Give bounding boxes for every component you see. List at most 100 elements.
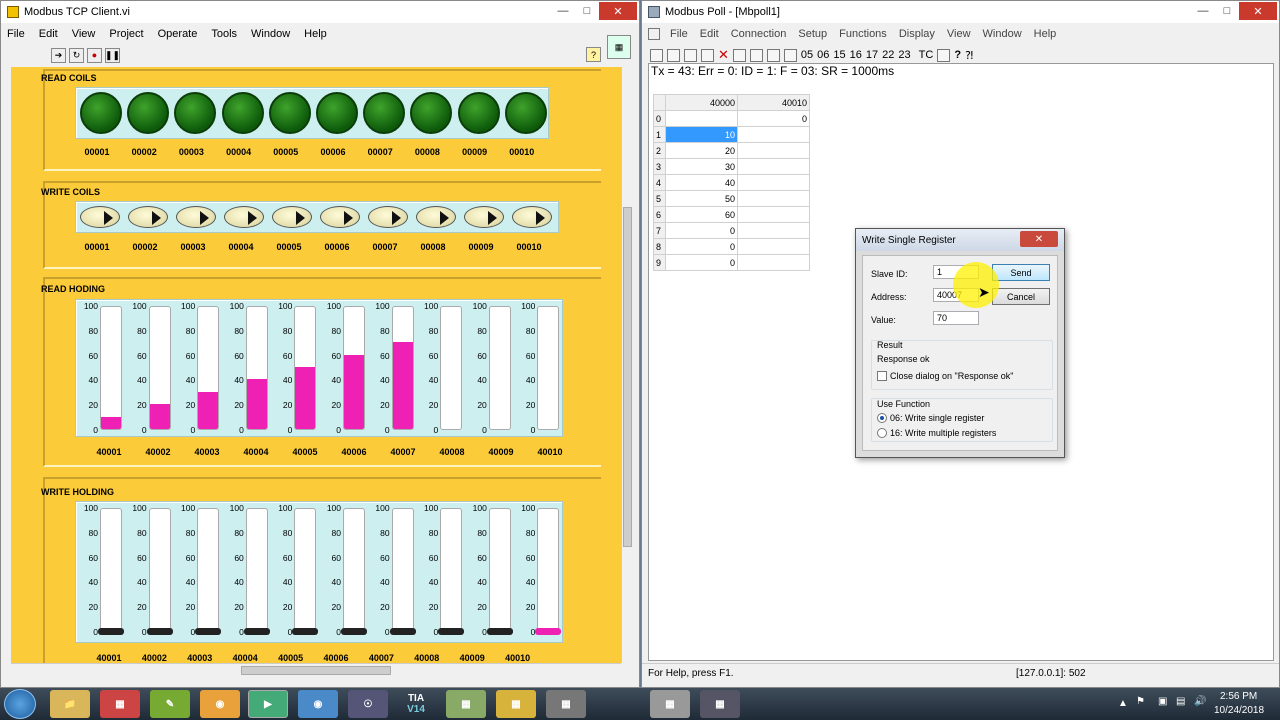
- mp-menu-edit[interactable]: Edit: [700, 28, 719, 40]
- write-coil-switch[interactable]: [416, 206, 456, 228]
- sim-task-icon[interactable]: ▦: [700, 690, 740, 718]
- mp-menu-setup[interactable]: Setup: [798, 28, 827, 40]
- register-cell[interactable]: 0: [737, 110, 810, 127]
- modbus-task-icon[interactable]: ▦: [446, 690, 486, 718]
- mp-menu-help[interactable]: Help: [1034, 28, 1057, 40]
- register-cell[interactable]: 60: [665, 206, 738, 223]
- print-icon[interactable]: [701, 48, 714, 62]
- chrome-task-icon[interactable]: ◉: [200, 690, 240, 718]
- network-task-icon[interactable]: ◉: [298, 690, 338, 718]
- fc-23-button[interactable]: 23: [898, 49, 910, 61]
- menu-operate[interactable]: Operate: [158, 28, 198, 40]
- tia-portal-task-icon[interactable]: TIA V14: [396, 690, 436, 718]
- write-coil-switch[interactable]: [80, 206, 120, 228]
- write-coil-switch[interactable]: [128, 206, 168, 228]
- volume-icon[interactable]: 🔊: [1194, 696, 1206, 707]
- tray-expand-icon[interactable]: ▲: [1118, 698, 1128, 709]
- help-icon[interactable]: ?: [586, 47, 601, 62]
- dialog-close-button[interactable]: ✕: [1020, 231, 1058, 247]
- run-continuously-icon[interactable]: ↻: [69, 47, 84, 63]
- write-holding-tank[interactable]: [245, 508, 268, 632]
- mdi-doc-icon[interactable]: [648, 28, 660, 40]
- abort-icon[interactable]: ●: [87, 47, 102, 63]
- save-icon[interactable]: [684, 48, 697, 62]
- write-holding-tank[interactable]: [100, 508, 122, 632]
- write-coil-switch[interactable]: [368, 206, 408, 228]
- mp-minimize-button[interactable]: —: [1191, 2, 1215, 20]
- write-holding-slider-knob[interactable]: [146, 628, 173, 635]
- write-holding-tank[interactable]: [391, 508, 414, 632]
- register-cell[interactable]: [737, 222, 810, 239]
- write-holding-slider-knob[interactable]: [389, 628, 416, 635]
- register-cell[interactable]: [737, 206, 810, 223]
- mp-menu-view[interactable]: View: [947, 28, 971, 40]
- explorer-task-icon[interactable]: 📁: [50, 690, 90, 718]
- pause-icon[interactable]: ❚❚: [105, 47, 120, 63]
- single-read-icon[interactable]: [783, 48, 797, 62]
- minimize-button[interactable]: —: [551, 2, 575, 20]
- write-coil-switch[interactable]: [272, 206, 312, 228]
- misc-task-icon[interactable]: ▦: [546, 690, 586, 718]
- new-icon[interactable]: [650, 48, 663, 62]
- mp-menu-file[interactable]: File: [670, 28, 688, 40]
- close-button[interactable]: ✕: [599, 2, 637, 20]
- write-holding-slider-knob[interactable]: [195, 628, 222, 635]
- fc-22-button[interactable]: 22: [882, 49, 894, 61]
- fc-17-button[interactable]: 17: [866, 49, 878, 61]
- register-cell[interactable]: 40: [665, 174, 738, 191]
- write-holding-slider-knob[interactable]: [438, 628, 465, 635]
- send-button[interactable]: Send: [992, 264, 1050, 281]
- write-coil-switch[interactable]: [464, 206, 504, 228]
- delete-icon[interactable]: ✕: [718, 47, 729, 63]
- context-help-icon[interactable]: ⁈: [965, 49, 973, 62]
- write-coil-switch[interactable]: [512, 206, 552, 228]
- write-coil-switch[interactable]: [320, 206, 360, 228]
- register-cell[interactable]: [737, 158, 810, 175]
- fc-16-button[interactable]: 16: [850, 49, 862, 61]
- menu-file[interactable]: File: [7, 28, 25, 40]
- clock-date[interactable]: 10/24/2018: [1214, 705, 1264, 716]
- mp-close-button[interactable]: ✕: [1239, 2, 1277, 20]
- menu-tools[interactable]: Tools: [211, 28, 237, 40]
- write-holding-tank[interactable]: [197, 508, 220, 632]
- register-cell[interactable]: [665, 110, 738, 127]
- media-task-icon[interactable]: ▶: [248, 690, 288, 718]
- disconnect-icon[interactable]: [766, 48, 780, 62]
- menu-edit[interactable]: Edit: [39, 28, 58, 40]
- mp-menu-functions[interactable]: Functions: [839, 28, 887, 40]
- register-cell[interactable]: 30: [665, 158, 738, 175]
- write-holding-tank[interactable]: [148, 508, 171, 632]
- register-cell[interactable]: [737, 238, 810, 255]
- register-cell[interactable]: [737, 190, 810, 207]
- notes-task-icon[interactable]: ✎: [150, 690, 190, 718]
- write-holding-slider-knob[interactable]: [292, 628, 319, 635]
- flag-icon[interactable]: ⚑: [1136, 696, 1145, 707]
- register-cell[interactable]: 0: [665, 238, 738, 255]
- value-field[interactable]: 70: [933, 311, 979, 325]
- fc-05-button[interactable]: 05: [801, 49, 813, 61]
- write-coil-switch[interactable]: [224, 206, 264, 228]
- app-task-icon[interactable]: ▦: [100, 690, 140, 718]
- fn06-radio[interactable]: [877, 413, 887, 423]
- write-holding-slider-knob[interactable]: [98, 628, 124, 635]
- register-table[interactable]: 40000 40010 0 0 1 10 2 20 3 30 4 40 5 50 6 60 7 0 8 0 9 0: [653, 94, 810, 271]
- write-holding-slider-knob[interactable]: [243, 628, 270, 635]
- maximize-button[interactable]: □: [575, 2, 599, 20]
- run-arrow-icon[interactable]: ➔: [51, 47, 66, 63]
- write-holding-tank[interactable]: [440, 508, 463, 632]
- mp-menu-window[interactable]: Window: [983, 28, 1022, 40]
- labview-task-icon[interactable]: ▦: [496, 690, 536, 718]
- register-cell[interactable]: [737, 174, 810, 191]
- register-cell[interactable]: [737, 126, 810, 143]
- column-header[interactable]: 40010: [737, 94, 810, 111]
- menu-window[interactable]: Window: [251, 28, 290, 40]
- register-cell[interactable]: 20: [665, 142, 738, 159]
- modbus-poll-task-icon[interactable]: ▦: [650, 690, 690, 718]
- front-panel-vertical-scrollbar[interactable]: [621, 67, 633, 663]
- write-holding-slider-knob[interactable]: [535, 628, 562, 635]
- about-help-icon[interactable]: ?: [954, 49, 961, 61]
- write-holding-slider-knob[interactable]: [486, 628, 513, 635]
- write-holding-slider-knob[interactable]: [341, 628, 367, 635]
- connect-icon[interactable]: [749, 48, 763, 62]
- chart-icon[interactable]: [937, 48, 951, 62]
